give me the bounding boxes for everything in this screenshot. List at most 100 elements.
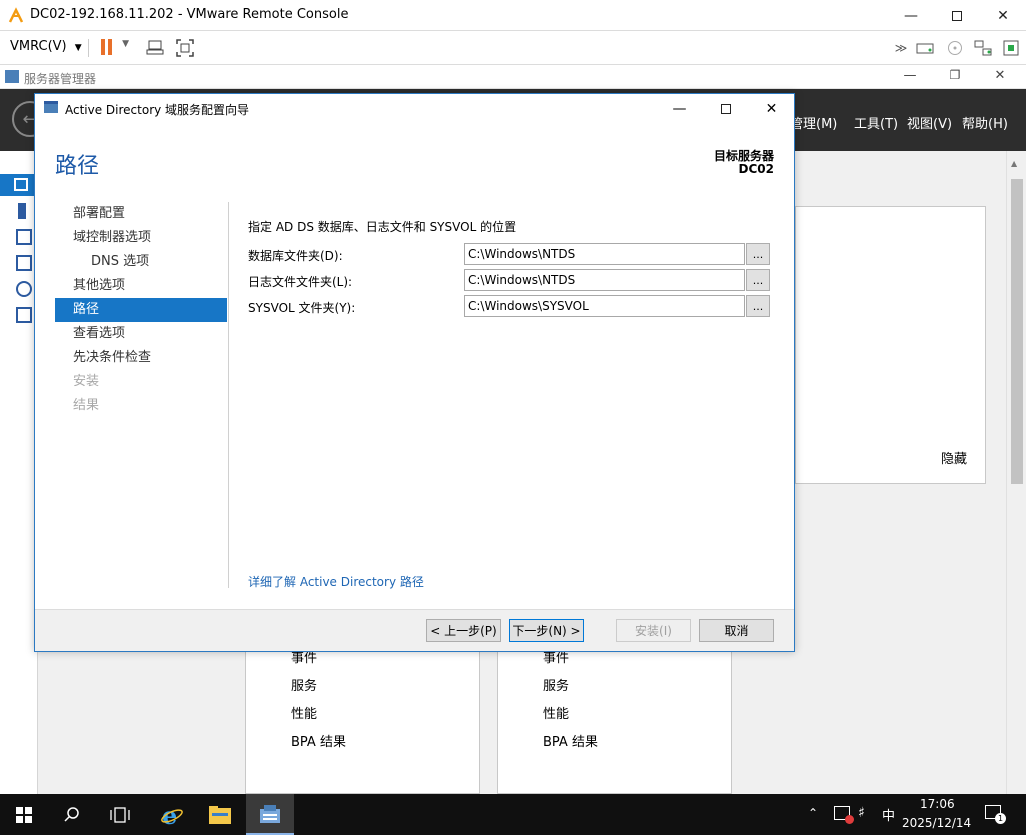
next-button[interactable]: 下一步(N) > (509, 619, 584, 642)
sysvol-folder-label: SYSVOL 文件夹(Y): (248, 301, 356, 315)
task-view-icon (110, 806, 130, 823)
sysvol-browse-button[interactable]: ... (746, 295, 770, 317)
sidebar-item-local-server[interactable] (18, 203, 26, 219)
database-folder-input[interactable] (464, 243, 745, 265)
scroll-up-icon[interactable]: ▲ (1011, 159, 1017, 168)
nav-item-prereq[interactable]: 先决条件检查 (55, 346, 227, 370)
page-title: 路径 (55, 154, 100, 179)
taskbar-server-manager[interactable] (246, 794, 294, 835)
sidebar-item-file-storage[interactable] (16, 307, 32, 323)
folder-icon (209, 805, 231, 824)
internet-explorer-icon: e (161, 803, 183, 827)
close-icon: ✕ (997, 7, 1009, 24)
minimize-icon: — (904, 7, 918, 24)
search-button[interactable] (48, 794, 96, 835)
vmrc-toolbar: VMRC(V) ▼ ▼ ≫ (0, 31, 1026, 65)
hdd-icon (916, 43, 934, 54)
send-ctrl-alt-del-button[interactable] (144, 37, 166, 59)
vmrc-menu-button[interactable]: VMRC(V) ▼ (10, 39, 82, 54)
panel-item-services[interactable]: 服务 (543, 675, 569, 694)
menu-manage[interactable]: 管理(M) (790, 113, 837, 132)
clock-time[interactable]: 17:06 (920, 797, 955, 811)
menu-view[interactable]: 视图(V) (907, 113, 952, 132)
database-browse-button[interactable]: ... (746, 243, 770, 265)
welcome-tile: 隐藏 (795, 206, 986, 484)
fit-guest-button[interactable] (1000, 37, 1022, 59)
fullscreen-button[interactable] (174, 37, 196, 59)
panel-item-bpa[interactable]: BPA 结果 (543, 731, 598, 750)
dialog-close-button[interactable]: ✕ (749, 94, 794, 123)
minimize-icon: — (903, 68, 917, 83)
panel-item-services[interactable]: 服务 (291, 675, 317, 694)
clock-date[interactable]: 2025/12/14 (902, 816, 971, 830)
fullscreen-icon (176, 39, 194, 57)
dialog-title: Active Directory 域服务配置向导 (65, 103, 250, 117)
vmware-logo-icon (8, 6, 24, 24)
nav-item-review[interactable]: 查看选项 (55, 322, 227, 346)
panel-item-performance[interactable]: 性能 (291, 703, 317, 722)
role-panel-right: 事件 服务 性能 BPA 结果 (497, 650, 732, 794)
nav-item-dc-options[interactable]: 域控制器选项 (55, 226, 227, 250)
network-icon (974, 40, 992, 56)
chevron-up-icon[interactable]: ⌃ (808, 806, 818, 820)
volume-icon[interactable]: ♯ (858, 805, 865, 821)
search-icon (64, 806, 79, 822)
back-button[interactable]: < 上一步(P) (426, 619, 501, 642)
log-folder-input[interactable] (464, 269, 745, 291)
more-devices-button[interactable]: ≫ (890, 37, 912, 59)
scrollbar-thumb[interactable] (1011, 179, 1023, 484)
vmrc-menu-label: VMRC(V) (10, 39, 67, 54)
hdd-button[interactable] (914, 37, 936, 59)
dialog-minimize-button[interactable]: — (657, 94, 702, 123)
nav-item-dns-options[interactable]: DNS 选项 (55, 250, 227, 274)
sidebar-item-dns[interactable] (16, 281, 32, 297)
section-description: 指定 AD DS 数据库、日志文件和 SYSVOL 的位置 (248, 220, 517, 234)
panel-item-bpa[interactable]: BPA 结果 (291, 731, 346, 750)
nav-item-other-options[interactable]: 其他选项 (55, 274, 227, 298)
windows-logo-icon (16, 806, 32, 823)
taskbar-ie[interactable]: e (148, 794, 196, 835)
server-manager-left-rail (0, 151, 38, 794)
panel-item-performance[interactable]: 性能 (543, 703, 569, 722)
sm-close-button[interactable]: ✕ (985, 68, 1015, 86)
toolbar-divider (88, 39, 89, 57)
cancel-button[interactable]: 取消 (699, 619, 774, 642)
sm-restore-button[interactable]: ❐ (940, 68, 970, 86)
dialog-maximize-button[interactable] (703, 94, 748, 123)
pause-button[interactable]: ▼ (101, 39, 129, 59)
hide-link[interactable]: 隐藏 (941, 448, 967, 467)
sidebar-item-dashboard[interactable] (0, 174, 38, 196)
wizard-icon (44, 101, 58, 113)
sidebar-item-all-servers[interactable] (16, 229, 32, 245)
network-button[interactable] (972, 37, 994, 59)
maximize-button[interactable] (934, 0, 980, 31)
more-icon: ≫ (894, 41, 908, 55)
menu-help[interactable]: 帮助(H) (962, 113, 1008, 132)
nav-item-paths[interactable]: 路径 (55, 298, 227, 322)
sm-vertical-scrollbar[interactable]: ▲ (1006, 151, 1026, 794)
svg-text:e: e (162, 803, 177, 827)
sidebar-item-ad-ds[interactable] (16, 255, 32, 271)
task-view-button[interactable] (96, 794, 144, 835)
server-manager-title-bar: 服务器管理器 — ❐ ✕ (0, 66, 1026, 89)
log-browse-button[interactable]: ... (746, 269, 770, 291)
ime-indicator[interactable]: 中 (882, 805, 895, 824)
cd-button[interactable] (944, 37, 966, 59)
network-tray-icon[interactable] (834, 806, 854, 824)
sm-minimize-button[interactable]: — (895, 68, 925, 86)
notifications-icon[interactable]: 1 (985, 805, 1006, 824)
maximize-icon (952, 10, 962, 21)
nav-item-results: 结果 (73, 398, 100, 413)
taskbar-file-explorer[interactable] (196, 794, 244, 835)
menu-tools[interactable]: 工具(T) (854, 113, 898, 132)
close-button[interactable]: ✕ (980, 0, 1026, 31)
fit-guest-icon (1003, 40, 1019, 56)
dialog-title-bar: Active Directory 域服务配置向导 — ✕ (35, 94, 794, 123)
start-button[interactable] (0, 794, 48, 835)
nav-item-deployment[interactable]: 部署配置 (55, 202, 227, 226)
minimize-button[interactable]: — (888, 0, 934, 31)
server-manager-icon (260, 804, 280, 823)
close-icon: ✕ (994, 68, 1006, 83)
learn-more-link[interactable]: 详细了解 Active Directory 路径 (248, 573, 424, 590)
sysvol-folder-input[interactable] (464, 295, 745, 317)
